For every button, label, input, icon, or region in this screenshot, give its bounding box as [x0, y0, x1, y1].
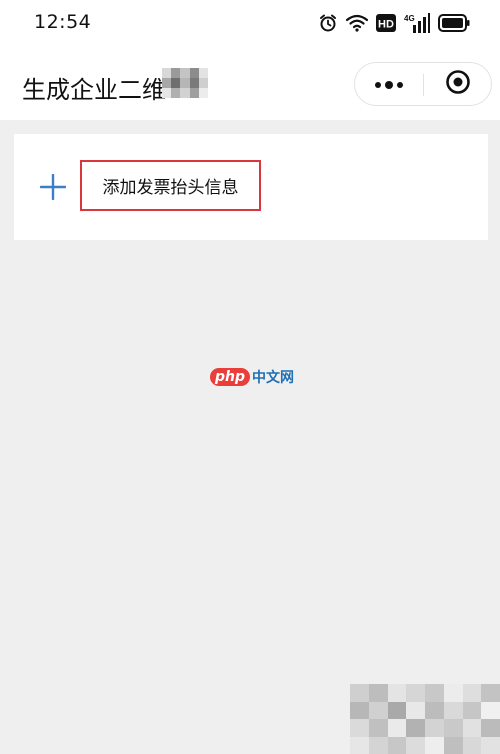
- alarm-icon: [318, 13, 338, 33]
- battery-icon: [438, 14, 470, 32]
- wifi-icon: [346, 14, 368, 32]
- corner-mosaic: [350, 684, 500, 754]
- target-close-icon: [445, 69, 471, 99]
- site-watermark: php 中文网: [210, 367, 294, 387]
- add-invoice-header-label[interactable]: 添加发票抬头信息: [103, 173, 239, 198]
- network-label: 4G: [404, 14, 415, 23]
- plus-icon[interactable]: [39, 173, 67, 201]
- add-invoice-header-card[interactable]: 添加发票抬头信息: [14, 134, 488, 240]
- capsule-menu: [354, 62, 492, 106]
- hd-icon: HD: [376, 14, 396, 32]
- watermark-logo: php: [210, 368, 251, 386]
- mosaic-blur: [162, 68, 208, 98]
- status-icons: HD 4G: [318, 12, 470, 34]
- hd-label: HD: [378, 19, 394, 31]
- page-title: 生成企业二维: [22, 76, 166, 104]
- more-button[interactable]: [355, 63, 423, 105]
- watermark-text: 中文网: [252, 370, 295, 386]
- close-button[interactable]: [424, 63, 492, 105]
- mini-program-page: 12:54 HD 4G 生成企业二维 添加发票抬头信息 php 中文网: [0, 0, 500, 754]
- status-time: 12:54: [34, 11, 92, 33]
- signal-4g-icon: 4G: [404, 13, 430, 33]
- highlight-box[interactable]: 添加发票抬头信息: [80, 160, 261, 211]
- status-bar: 12:54 HD 4G: [0, 0, 500, 48]
- more-dots-icon: [374, 75, 404, 94]
